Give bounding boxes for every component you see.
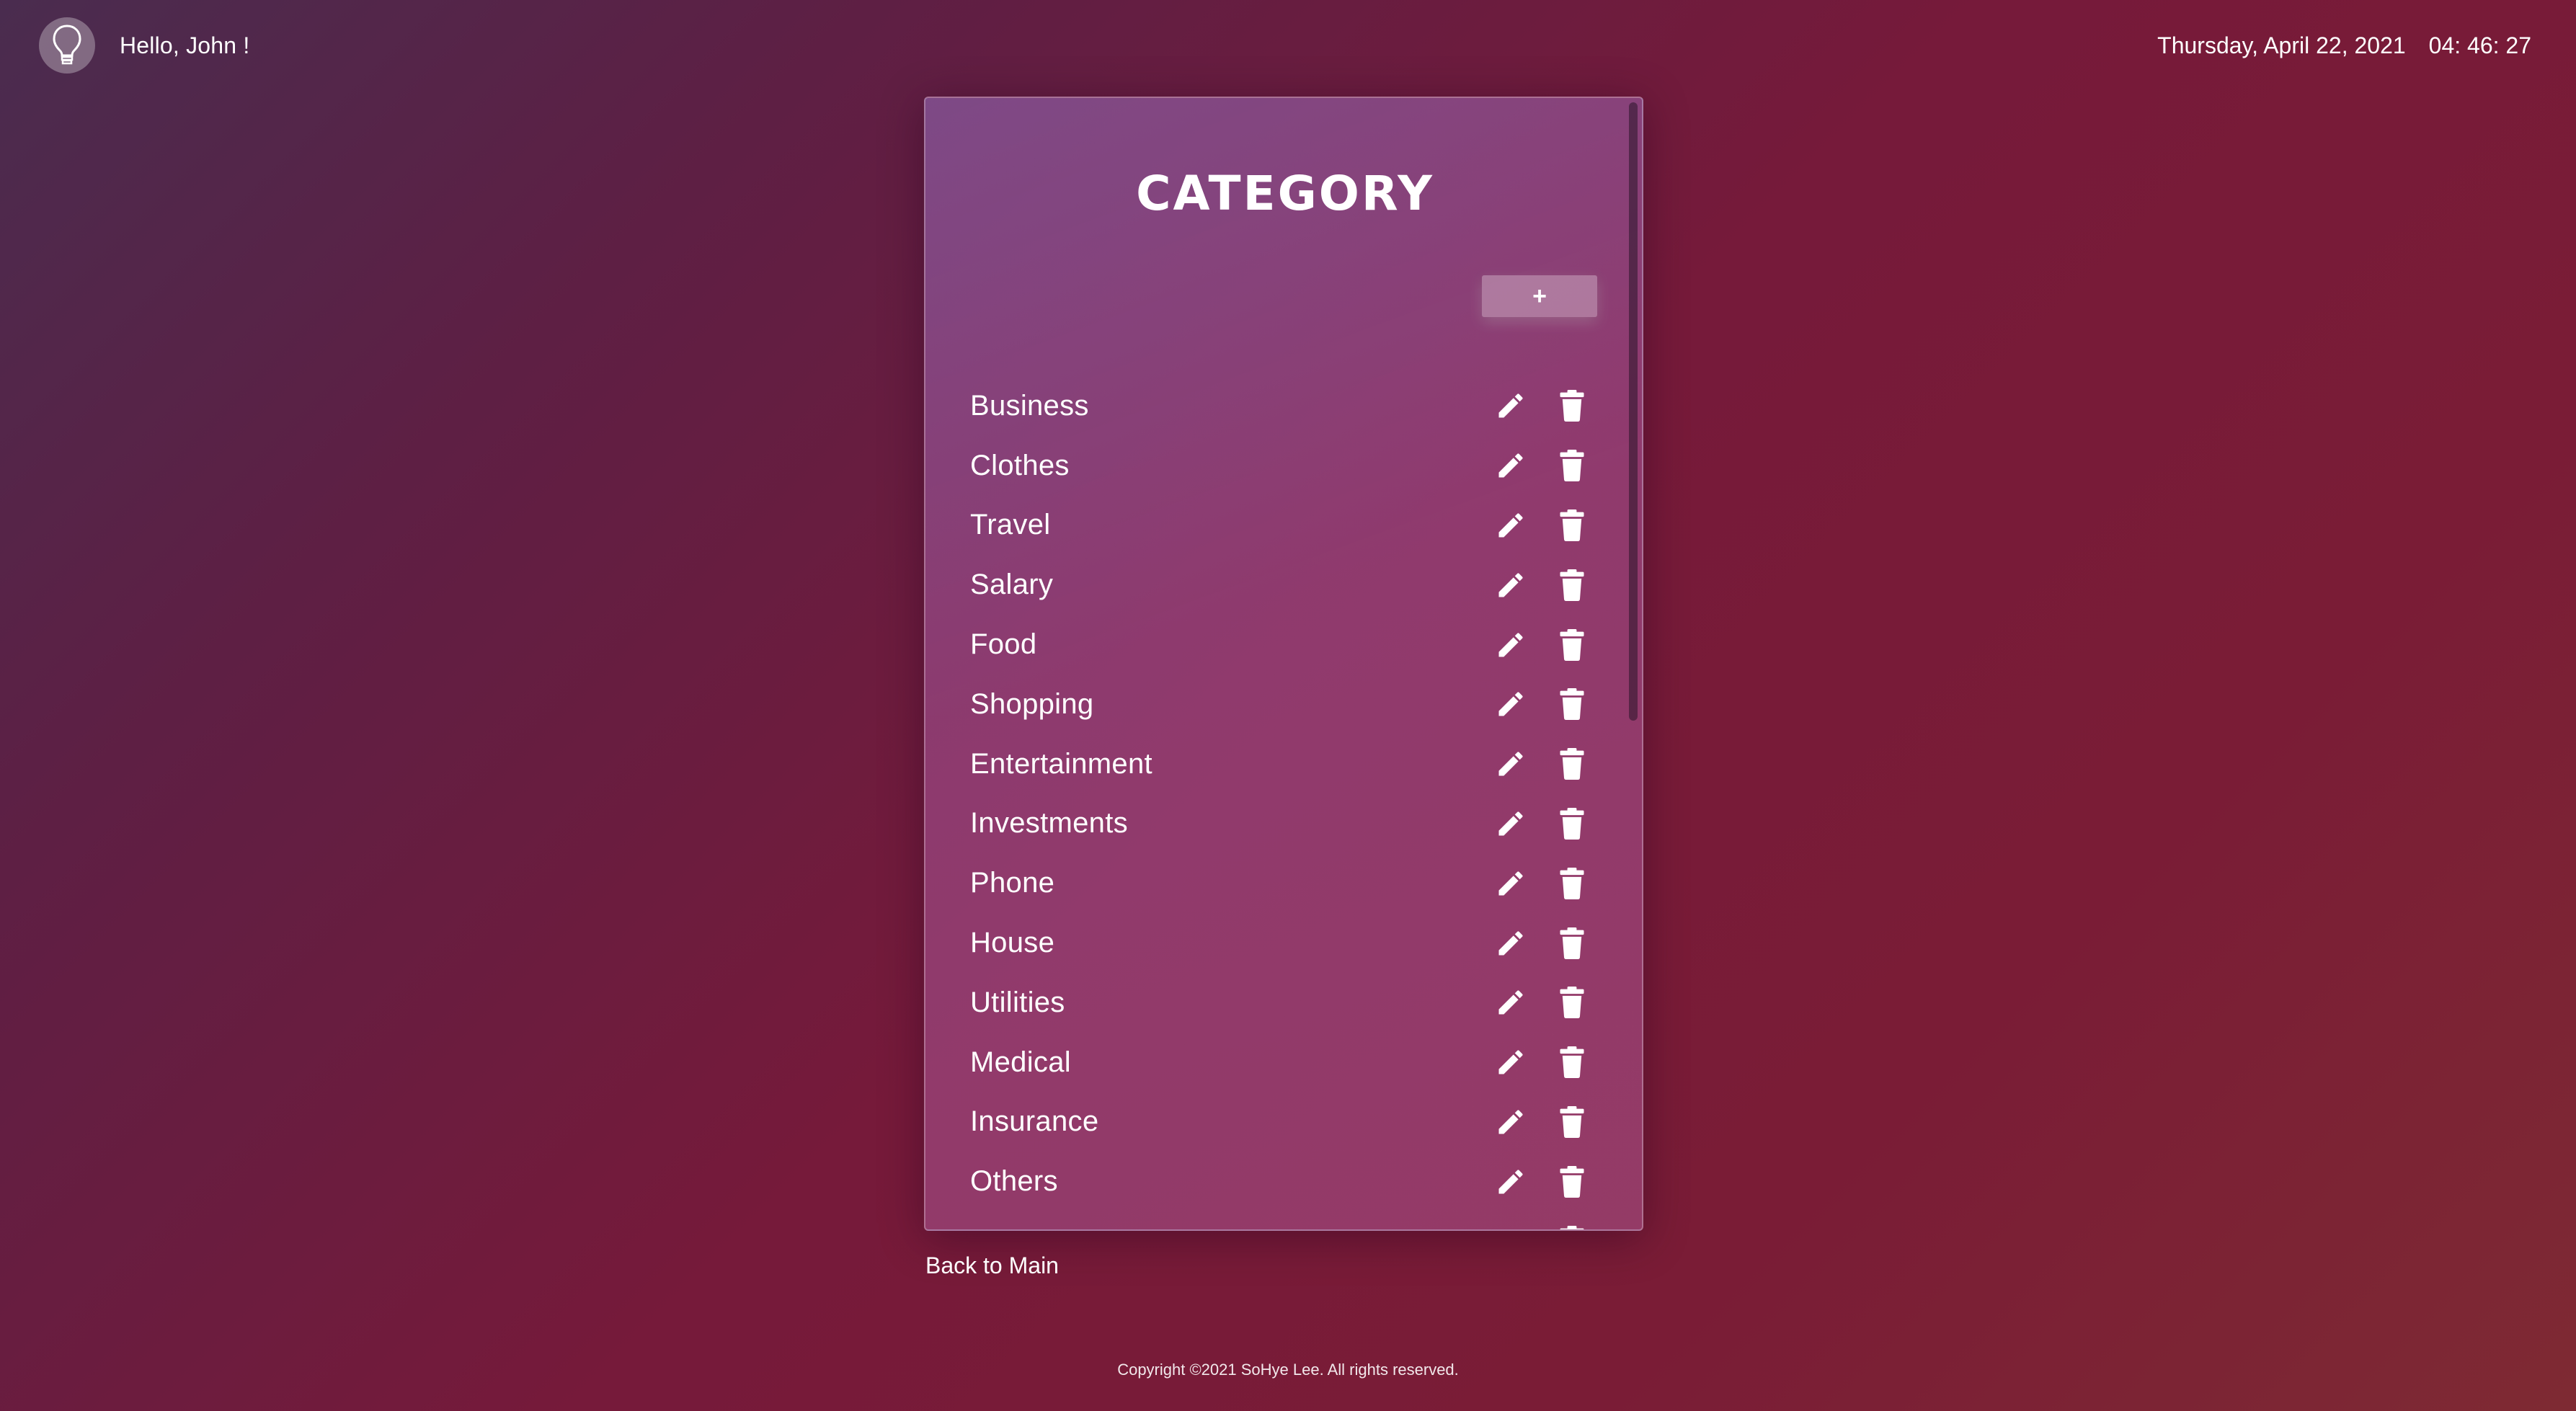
category-row: Food: [970, 615, 1604, 675]
trash-icon[interactable]: [1558, 1046, 1586, 1079]
category-row: Entertainment: [970, 734, 1604, 794]
category-label: Shopping: [970, 687, 1094, 720]
category-label: Business: [970, 389, 1089, 422]
pencil-icon[interactable]: [1495, 390, 1527, 422]
category-label: Salary: [970, 569, 1054, 601]
category-label: Insurance: [970, 1105, 1099, 1138]
category-label: Phone: [970, 867, 1055, 899]
pencil-icon[interactable]: [1495, 450, 1527, 481]
card-title: CATEGORY: [1136, 166, 1434, 221]
lightbulb-icon: [53, 25, 81, 65]
category-label: Investments: [970, 807, 1128, 840]
category-row: Shopping: [970, 675, 1604, 734]
trash-icon[interactable]: [1558, 807, 1586, 840]
category-row: Phone: [970, 853, 1604, 913]
category-row: Insurance: [970, 1092, 1604, 1152]
category-label: Pets: [970, 1225, 1029, 1229]
pencil-icon[interactable]: [1495, 868, 1527, 899]
trash-icon[interactable]: [1558, 1225, 1586, 1229]
footer-copyright: Copyright ©2021 SoHye Lee. All rights re…: [1117, 1361, 1459, 1379]
category-label: House: [970, 927, 1055, 959]
trash-icon[interactable]: [1558, 927, 1586, 959]
trash-icon[interactable]: [1558, 867, 1586, 899]
trash-icon[interactable]: [1558, 390, 1586, 422]
pencil-icon[interactable]: [1495, 748, 1527, 780]
category-row: Medical: [970, 1033, 1604, 1092]
category-row: Clothes: [970, 436, 1604, 496]
pencil-icon[interactable]: [1495, 987, 1527, 1018]
trash-icon[interactable]: [1558, 748, 1586, 780]
add-category-button[interactable]: +: [1482, 275, 1597, 317]
pencil-icon[interactable]: [1495, 1166, 1527, 1198]
trash-icon[interactable]: [1558, 450, 1586, 482]
trash-icon[interactable]: [1558, 1165, 1586, 1198]
category-label: Others: [970, 1165, 1058, 1198]
category-label: Clothes: [970, 449, 1070, 481]
pencil-icon[interactable]: [1495, 1106, 1527, 1138]
current-time: 04: 46: 27: [2428, 32, 2531, 58]
category-row: Business: [970, 376, 1604, 436]
pencil-icon[interactable]: [1495, 688, 1527, 720]
pencil-icon[interactable]: [1495, 1046, 1527, 1078]
back-to-main-link[interactable]: Back to Main: [925, 1252, 1059, 1279]
category-row: Pets: [970, 1211, 1604, 1229]
header-left: Hello, John !: [39, 17, 249, 74]
header-right: Thursday, April 22, 2021 04: 46: 27: [2157, 17, 2531, 74]
category-row: Others: [970, 1152, 1604, 1211]
category-label: Food: [970, 628, 1037, 661]
category-row: House: [970, 913, 1604, 973]
trash-icon[interactable]: [1558, 509, 1586, 541]
category-card: CATEGORY + Business Clothes Travel Salary Fo…: [924, 97, 1643, 1231]
trash-icon[interactable]: [1558, 688, 1586, 721]
pencil-icon[interactable]: [1495, 927, 1527, 959]
category-row: Utilities: [970, 973, 1604, 1033]
category-row: Travel: [970, 496, 1604, 556]
scrollbar-thumb[interactable]: [1629, 102, 1638, 721]
pencil-icon[interactable]: [1495, 509, 1527, 541]
trash-icon[interactable]: [1558, 987, 1586, 1019]
category-label: Medical: [970, 1046, 1071, 1078]
pencil-icon[interactable]: [1495, 1226, 1527, 1229]
category-list: Business Clothes Travel Salary Food Shopping E…: [970, 376, 1604, 1229]
trash-icon[interactable]: [1558, 628, 1586, 661]
category-row: Investments: [970, 794, 1604, 854]
current-date: Thursday, April 22, 2021: [2157, 32, 2406, 58]
pencil-icon[interactable]: [1495, 629, 1527, 661]
pencil-icon[interactable]: [1495, 569, 1527, 601]
pencil-icon[interactable]: [1495, 808, 1527, 840]
trash-icon[interactable]: [1558, 569, 1586, 601]
trash-icon[interactable]: [1558, 1105, 1586, 1138]
category-label: Travel: [970, 509, 1051, 541]
category-row: Salary: [970, 555, 1604, 615]
greeting-text: Hello, John !: [120, 32, 250, 58]
category-label: Utilities: [970, 986, 1065, 1018]
avatar[interactable]: [39, 17, 95, 74]
category-label: Entertainment: [970, 747, 1152, 780]
